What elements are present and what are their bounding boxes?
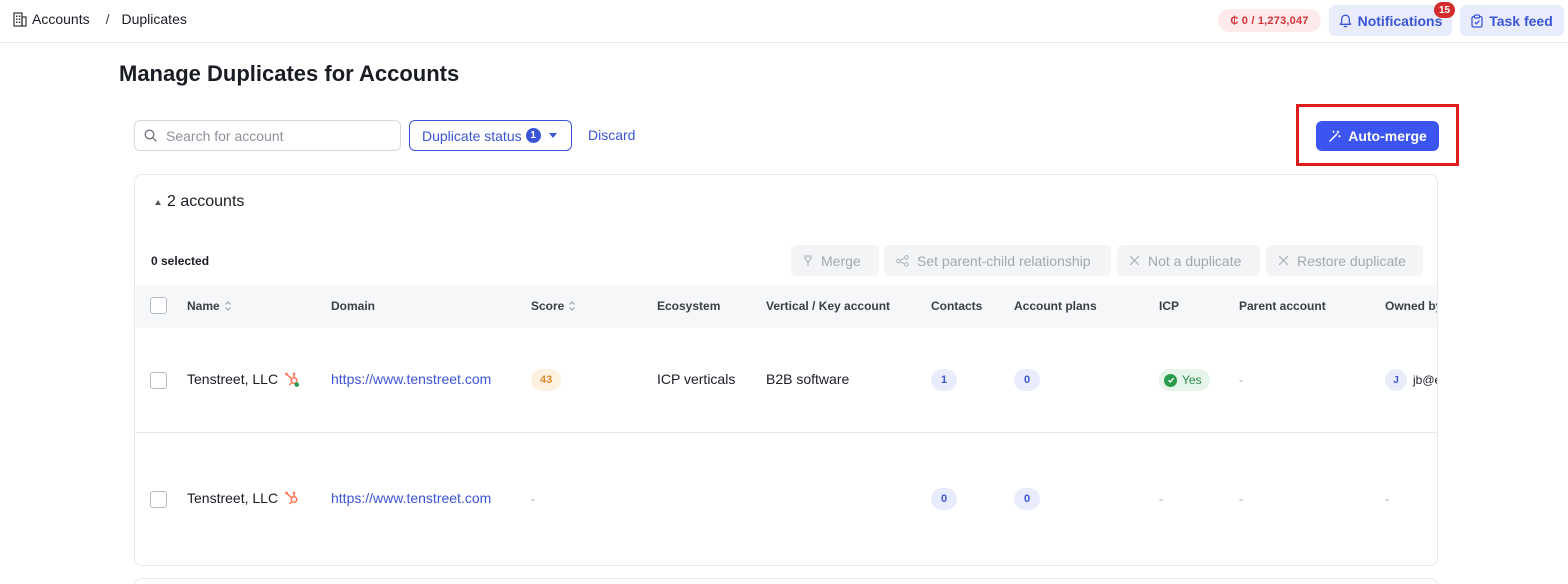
column-score-label: Score: [531, 299, 565, 313]
score-badge: 43: [531, 369, 562, 391]
account-name: Tenstreet, LLC: [187, 490, 300, 506]
score-cell: 43: [531, 369, 562, 391]
bell-icon: [1339, 14, 1351, 27]
duplicate-status-count: 1: [525, 128, 541, 143]
avatar: J: [1385, 369, 1407, 391]
account-domain-link[interactable]: https://www.tenstreet.com: [331, 371, 491, 387]
restore-duplicate-button[interactable]: Restore duplicate: [1266, 245, 1423, 276]
page-title: Manage Duplicates for Accounts: [119, 61, 460, 86]
account-plans-cell[interactable]: 0: [1014, 369, 1040, 391]
column-parent-account: Parent account: [1239, 299, 1326, 313]
breadcrumb-current: Duplicates: [121, 11, 187, 27]
column-vertical: Vertical / Key account: [766, 299, 891, 313]
contacts-count-pill[interactable]: 1: [931, 369, 957, 391]
parent-child-button[interactable]: Set parent-child relationship: [884, 245, 1111, 276]
account-plans-cell[interactable]: 0: [1014, 488, 1040, 510]
owner-cell: J jb@e: [1385, 369, 1437, 391]
next-group-panel: [134, 578, 1438, 584]
sort-icon[interactable]: [224, 300, 232, 312]
not-duplicate-button[interactable]: Not a duplicate: [1117, 245, 1260, 276]
search-icon: [144, 129, 157, 142]
column-score[interactable]: Score: [531, 299, 576, 313]
column-ecosystem: Ecosystem: [657, 299, 721, 313]
icp-cell: -: [1159, 492, 1163, 506]
owner-email: jb@e: [1413, 373, 1437, 387]
column-name-label: Name: [187, 299, 220, 313]
icp-yes-badge: Yes: [1159, 369, 1210, 391]
table-row[interactable]: Tenstreet, LLC https://www.tenstreet.com…: [135, 434, 1437, 565]
account-name-text: Tenstreet, LLC: [187, 490, 279, 506]
duplicate-status-label: Duplicate status: [422, 127, 522, 144]
discard-button[interactable]: Discard: [588, 127, 635, 143]
column-domain: Domain: [331, 299, 376, 313]
sort-icon[interactable]: [568, 300, 576, 312]
account-plans-count-pill[interactable]: 0: [1014, 369, 1040, 391]
table-header: Name Domain Score Ecosystem Vertical / K…: [135, 285, 1438, 328]
contacts-cell[interactable]: 1: [931, 369, 957, 391]
restore-duplicate-label: Restore duplicate: [1297, 252, 1406, 269]
contacts-cell[interactable]: 0: [931, 488, 957, 510]
collapse-triangle-icon: [155, 199, 161, 205]
column-icp: ICP: [1159, 299, 1180, 313]
contacts-count-pill[interactable]: 0: [931, 488, 957, 510]
duplicates-group-panel: 2 accounts 0 selected Merge Set parent-c…: [134, 174, 1438, 566]
task-feed-label: Task feed: [1489, 12, 1553, 29]
auto-merge-button[interactable]: Auto-merge: [1316, 121, 1439, 151]
check-icon: [1164, 373, 1177, 387]
select-all-checkbox[interactable]: [150, 297, 167, 314]
breadcrumb-accounts[interactable]: Accounts: [32, 11, 90, 27]
hubspot-icon: [285, 372, 300, 387]
close-icon: [1129, 255, 1140, 266]
top-bar: Accounts / Duplicates ₵ 0 / 1,273,047 No…: [0, 0, 1568, 43]
breadcrumb: Accounts / Duplicates: [13, 11, 187, 27]
notifications-label: Notifications: [1357, 12, 1443, 29]
caret-down-icon: [548, 133, 557, 138]
breadcrumb-separator: /: [105, 11, 110, 27]
icp-yes-label: Yes: [1182, 373, 1202, 387]
row-checkbox[interactable]: [150, 491, 167, 508]
search-field[interactable]: [134, 120, 401, 151]
column-name[interactable]: Name: [187, 299, 232, 313]
auto-merge-label: Auto-merge: [1348, 128, 1427, 144]
account-name-text: Tenstreet, LLC: [187, 371, 279, 387]
task-feed-button[interactable]: Task feed: [1460, 5, 1564, 36]
icp-cell: Yes: [1159, 369, 1210, 391]
table-row[interactable]: Tenstreet, LLC https://www.tenstreet.com…: [135, 328, 1437, 433]
merge-button[interactable]: Merge: [791, 245, 879, 276]
duplicate-status-filter[interactable]: Duplicate status 1: [409, 120, 572, 151]
vertical-cell: B2B software: [766, 371, 850, 387]
account-plans-count-pill[interactable]: 0: [1014, 488, 1040, 510]
close-icon: [1278, 255, 1289, 266]
account-domain-link[interactable]: https://www.tenstreet.com: [331, 490, 491, 506]
merge-icon: [804, 254, 812, 266]
wand-icon: [1329, 130, 1341, 142]
column-contacts: Contacts: [931, 299, 983, 313]
account-name: Tenstreet, LLC: [187, 371, 300, 387]
group-count-label: 2 accounts: [167, 193, 245, 210]
notifications-count-badge: 15: [1434, 2, 1455, 18]
column-owned-by: Owned by: [1385, 299, 1438, 313]
owner-cell: -: [1385, 492, 1389, 506]
row-checkbox[interactable]: [150, 372, 167, 389]
parent-account-cell: -: [1239, 492, 1243, 506]
building-icon: [13, 11, 27, 27]
score-cell: -: [531, 492, 535, 506]
column-account-plans: Account plans: [1014, 299, 1097, 313]
parent-account-cell: -: [1239, 373, 1243, 387]
hubspot-icon: [285, 491, 298, 505]
merge-label: Merge: [821, 252, 861, 269]
not-duplicate-label: Not a duplicate: [1148, 252, 1242, 269]
selected-count: 0 selected: [151, 254, 210, 268]
clipboard-icon: [1471, 13, 1483, 28]
ecosystem-cell: ICP verticals: [657, 371, 736, 387]
parent-child-label: Set parent-child relationship: [917, 252, 1091, 269]
credits-badge[interactable]: ₵ 0 / 1,273,047: [1218, 9, 1321, 32]
group-toggle[interactable]: 2 accounts: [155, 193, 244, 211]
search-input[interactable]: [166, 127, 386, 144]
hierarchy-icon: [896, 254, 909, 267]
